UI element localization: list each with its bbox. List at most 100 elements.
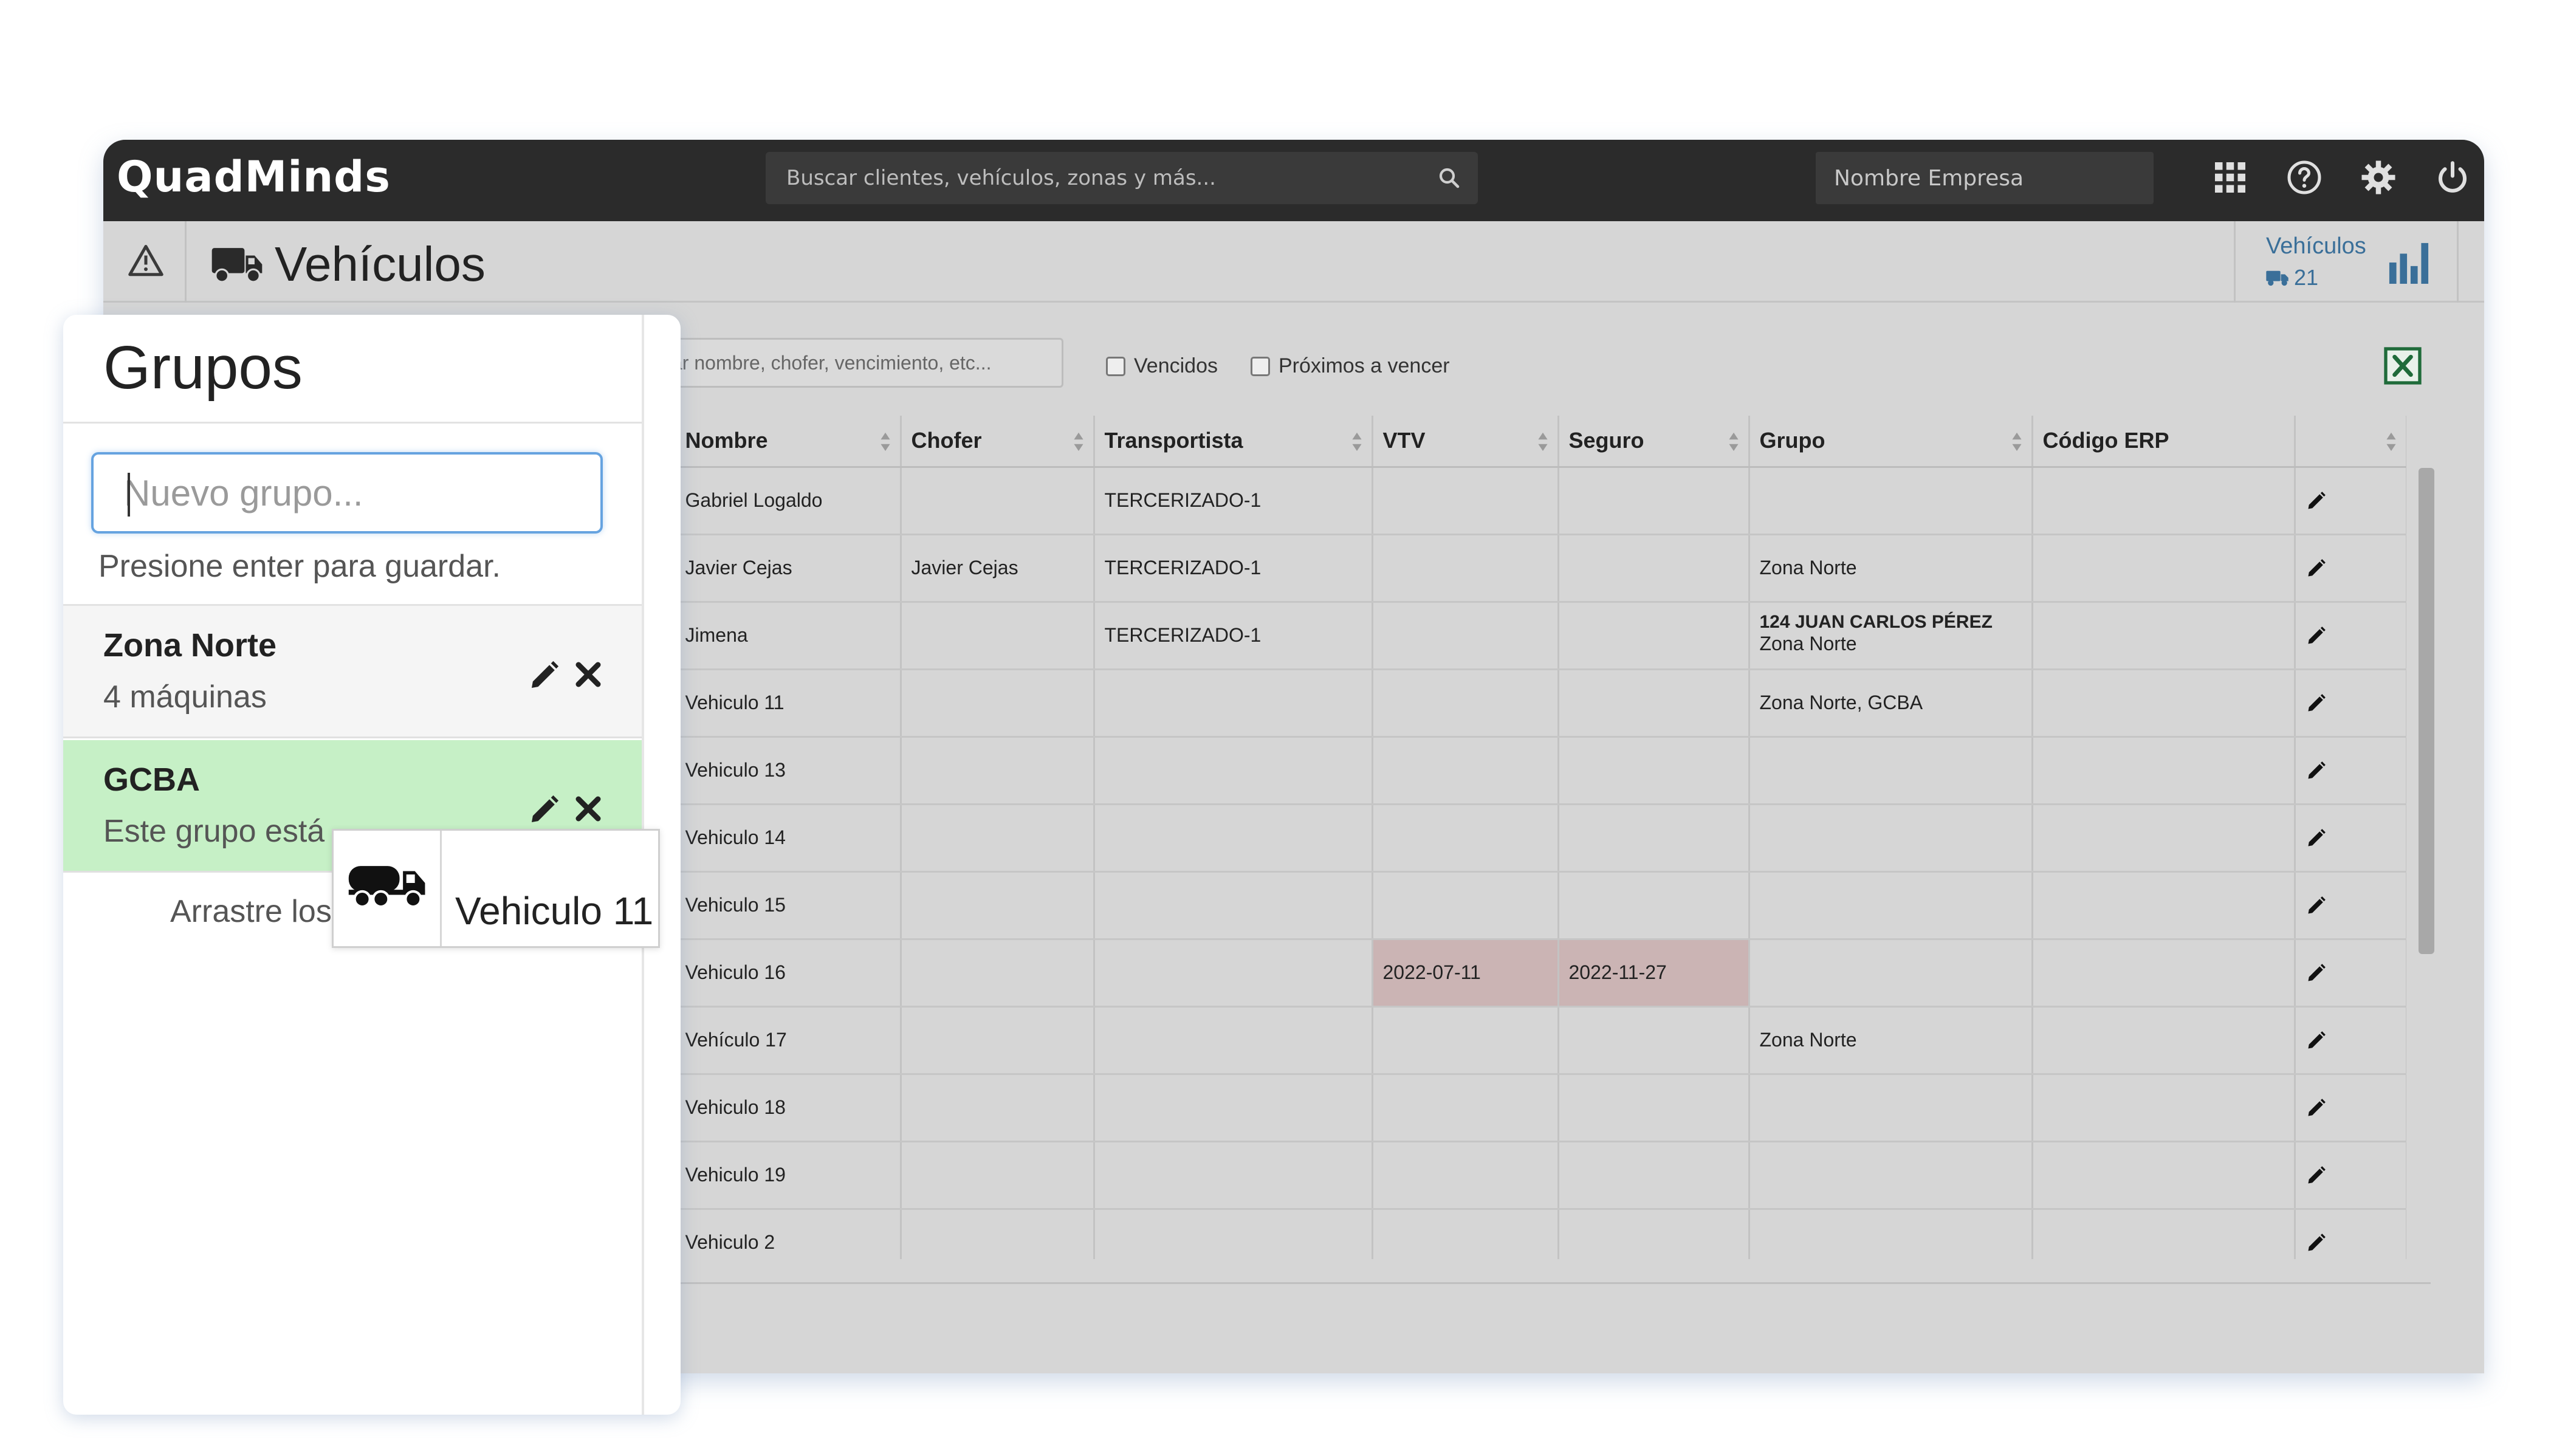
table-row[interactable]: Vehículo 17 Zona Norte bbox=[656, 1006, 2406, 1075]
edit-row-button[interactable] bbox=[2295, 1141, 2406, 1210]
col-vtv[interactable]: VTV bbox=[1372, 416, 1559, 468]
cell-vtv bbox=[1372, 1074, 1559, 1142]
col-chofer[interactable]: Chofer bbox=[901, 416, 1095, 468]
pencil-icon[interactable] bbox=[2306, 827, 2327, 849]
pencil-icon[interactable] bbox=[2306, 962, 2327, 984]
table-row[interactable]: Vehiculo 2 bbox=[656, 1209, 2406, 1259]
cell-codigo-erp bbox=[2032, 804, 2296, 873]
apps-grid-icon[interactable] bbox=[2212, 159, 2248, 196]
quadminds-logo[interactable]: QuadMinds bbox=[117, 152, 391, 202]
sort-icon[interactable] bbox=[2011, 431, 2023, 452]
expired-filter[interactable]: Vencidos bbox=[1106, 354, 1218, 378]
cell-grupo: Zona Norte, GCBA bbox=[1749, 669, 2033, 738]
sort-icon[interactable] bbox=[1073, 431, 1085, 452]
cell-nombre: Gabriel Logaldo bbox=[675, 467, 902, 535]
edit-row-button[interactable] bbox=[2295, 669, 2406, 738]
col-actions[interactable] bbox=[2295, 416, 2406, 468]
dragged-vehicle-card[interactable]: Vehiculo 11 bbox=[332, 829, 660, 948]
cell-transportista: TERCERIZADO-1 bbox=[1094, 534, 1373, 603]
col-transportista[interactable]: Transportista bbox=[1094, 416, 1373, 468]
group-name: Zona Norte bbox=[103, 627, 277, 664]
group-item-zona-norte[interactable]: Zona Norte 4 máquinas bbox=[63, 606, 642, 738]
cell-nombre: Vehiculo 19 bbox=[675, 1141, 902, 1210]
edit-row-button[interactable] bbox=[2295, 871, 2406, 940]
search-icon[interactable] bbox=[1437, 165, 1462, 191]
global-search-input[interactable] bbox=[766, 152, 1478, 204]
truck-icon bbox=[211, 248, 263, 283]
sort-icon[interactable] bbox=[1728, 431, 1740, 452]
table-row[interactable]: Gabriel Logaldo TERCERIZADO-1 bbox=[656, 467, 2406, 535]
table-row[interactable]: Vehiculo 13 bbox=[656, 737, 2406, 805]
pencil-icon[interactable] bbox=[527, 658, 561, 692]
edit-row-button[interactable] bbox=[2295, 534, 2406, 603]
close-icon[interactable] bbox=[574, 794, 603, 824]
cell-chofer bbox=[901, 1209, 1095, 1259]
pencil-icon[interactable] bbox=[2306, 1029, 2327, 1051]
pencil-icon[interactable] bbox=[2306, 1164, 2327, 1186]
vehicles-stats[interactable]: Vehículos 21 bbox=[2234, 221, 2459, 303]
cell-codigo-erp bbox=[2032, 1141, 2296, 1210]
edit-row-button[interactable] bbox=[2295, 467, 2406, 535]
edit-row-button[interactable] bbox=[2295, 602, 2406, 670]
cell-seguro bbox=[1558, 1006, 1750, 1075]
table-row[interactable]: Vehiculo 15 bbox=[656, 871, 2406, 940]
new-group-input[interactable] bbox=[94, 455, 600, 531]
excel-export-icon[interactable] bbox=[2383, 346, 2422, 385]
bar-chart-icon[interactable] bbox=[2388, 239, 2430, 286]
expiring-checkbox[interactable] bbox=[1251, 356, 1270, 376]
pencil-icon[interactable] bbox=[2306, 557, 2327, 579]
gear-icon[interactable] bbox=[2360, 159, 2397, 196]
pencil-icon[interactable] bbox=[2306, 760, 2327, 781]
help-icon[interactable] bbox=[2286, 159, 2323, 196]
col-codigo-erp[interactable]: Código ERP bbox=[2032, 416, 2296, 468]
edit-row-button[interactable] bbox=[2295, 1074, 2406, 1142]
sort-icon[interactable] bbox=[879, 431, 891, 452]
cell-vtv bbox=[1372, 871, 1559, 940]
cell-chofer bbox=[901, 804, 1095, 873]
table-row[interactable]: Vehiculo 16 2022-07-11 2022-11-27 bbox=[656, 939, 2406, 1008]
col-grupo[interactable]: Grupo bbox=[1749, 416, 2033, 468]
cell-transportista bbox=[1094, 1006, 1373, 1075]
cell-nombre: Jimena bbox=[675, 602, 902, 670]
power-icon[interactable] bbox=[2434, 159, 2471, 196]
cell-nombre: Vehículo 17 bbox=[675, 1006, 902, 1075]
sort-icon[interactable] bbox=[2385, 431, 2397, 452]
page-title-group: Vehículos bbox=[211, 237, 486, 292]
pencil-icon[interactable] bbox=[2306, 1232, 2327, 1254]
cell-nombre: Vehiculo 11 bbox=[675, 669, 902, 738]
edit-row-button[interactable] bbox=[2295, 737, 2406, 805]
edit-row-button[interactable] bbox=[2295, 1006, 2406, 1075]
pencil-icon[interactable] bbox=[2306, 895, 2327, 916]
cell-vtv bbox=[1372, 1209, 1559, 1259]
pencil-icon[interactable] bbox=[2306, 692, 2327, 714]
col-nombre[interactable]: Nombre bbox=[675, 416, 902, 468]
table-row[interactable]: Vehiculo 14 bbox=[656, 804, 2406, 873]
cell-grupo bbox=[1749, 1209, 2033, 1259]
table-row[interactable]: Jimena TERCERIZADO-1 124 JUAN CARLOS PÉREZ… bbox=[656, 602, 2406, 670]
pencil-icon[interactable] bbox=[2306, 1097, 2327, 1119]
table-scrollbar[interactable] bbox=[2419, 468, 2434, 954]
edit-row-button[interactable] bbox=[2295, 804, 2406, 873]
table-row[interactable]: Javier Cejas Javier Cejas TERCERIZADO-1 Zon… bbox=[656, 534, 2406, 603]
cell-codigo-erp bbox=[2032, 1074, 2296, 1142]
edit-row-button[interactable] bbox=[2295, 939, 2406, 1008]
table-row[interactable]: Vehiculo 18 bbox=[656, 1074, 2406, 1142]
cell-grupo: 124 JUAN CARLOS PÉREZ Zona Norte bbox=[1749, 602, 2033, 670]
cell-transportista bbox=[1094, 871, 1373, 940]
group-name: GCBA bbox=[103, 761, 200, 798]
warning-icon[interactable] bbox=[128, 243, 164, 277]
pencil-icon[interactable] bbox=[2306, 490, 2327, 512]
edit-row-button[interactable] bbox=[2295, 1209, 2406, 1259]
vehicle-filter-input[interactable] bbox=[640, 340, 1062, 386]
pencil-icon[interactable] bbox=[527, 792, 561, 826]
sort-icon[interactable] bbox=[1351, 431, 1363, 452]
close-icon[interactable] bbox=[574, 659, 603, 690]
pencil-icon[interactable] bbox=[2306, 625, 2327, 647]
table-row[interactable]: Vehiculo 19 bbox=[656, 1141, 2406, 1210]
table-row[interactable]: Vehiculo 11 Zona Norte, GCBA bbox=[656, 669, 2406, 738]
expired-checkbox[interactable] bbox=[1106, 356, 1125, 376]
expiring-filter[interactable]: Próximos a vencer bbox=[1251, 354, 1450, 378]
col-seguro[interactable]: Seguro bbox=[1558, 416, 1750, 468]
company-input[interactable] bbox=[1816, 152, 2154, 204]
sort-icon[interactable] bbox=[1537, 431, 1549, 452]
